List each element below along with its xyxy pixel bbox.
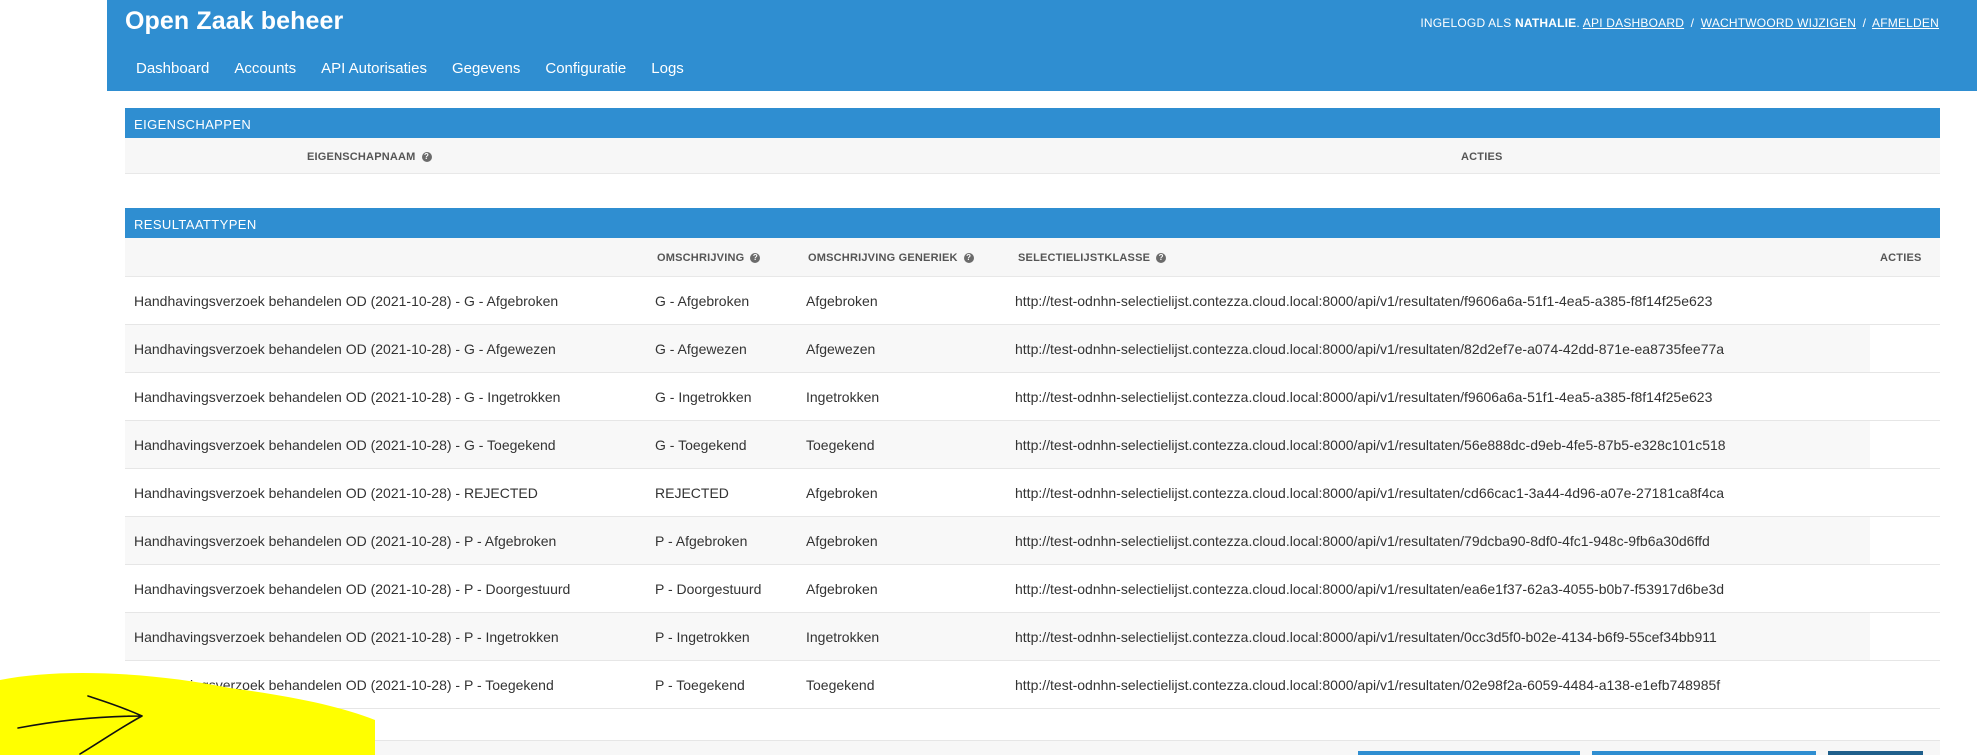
omschrijving-cell: P - Toegekend <box>655 677 745 693</box>
selectielijstklasse-cell: http://test-odnhn-selectielijst.contezza… <box>1015 533 1710 549</box>
selectielijstklasse-cell: http://test-odnhn-selectielijst.contezza… <box>1015 629 1717 645</box>
username: NATHALIE <box>1515 16 1577 30</box>
page: Open Zaak beheer INGELOGD ALS NATHALIE. … <box>0 0 1977 755</box>
acties-cell <box>1870 325 1940 372</box>
omschrijving-generiek-cell: Ingetrokken <box>806 629 880 645</box>
resultaattype-name-link[interactable]: Handhavingsverzoek behandelen OD (2021-1… <box>134 629 559 645</box>
selectielijstklasse-cell: http://test-odnhn-selectielijst.contezza… <box>1015 341 1725 357</box>
omschrijving-generiek-cell: Afgebroken <box>806 293 878 309</box>
column-header-acties: ACTIES <box>1461 151 1503 163</box>
resultaattypen-caption: RESULTAATTYPEN <box>125 208 1940 238</box>
acties-cell <box>1870 421 1940 468</box>
highlight-annotation <box>0 673 375 755</box>
separator: / <box>1690 16 1695 30</box>
table-row: Handhavingsverzoek behandelen OD (2021-1… <box>125 277 1940 325</box>
selectielijstklasse-cell: http://test-odnhn-selectielijst.contezza… <box>1015 581 1725 597</box>
help-icon: ? <box>421 152 432 162</box>
resultaattype-name-link[interactable]: Handhavingsverzoek behandelen OD (2021-1… <box>134 437 556 453</box>
acties-cell <box>1870 373 1940 420</box>
nav-item-gegevens[interactable]: Gegevens <box>452 60 520 77</box>
omschrijving-generiek-cell: Toegekend <box>806 437 875 453</box>
column-header-omschrijving[interactable]: OMSCHRIJVING ? <box>657 252 761 264</box>
acties-cell <box>1870 613 1940 660</box>
omschrijving-generiek-cell: Afgebroken <box>806 485 878 501</box>
site-header: Open Zaak beheer INGELOGD ALS NATHALIE. … <box>107 0 1977 91</box>
omschrijving-cell: G - Toegekend <box>655 437 747 453</box>
save-button[interactable] <box>1828 751 1923 755</box>
column-header-omschrijving-generiek[interactable]: OMSCHRIJVING GENERIEK ? <box>808 252 974 264</box>
omschrijving-generiek-cell: Ingetrokken <box>806 389 880 405</box>
column-header-label: SELECTIELIJSTKLASSE <box>1018 252 1151 264</box>
nav-item-api-autorisaties[interactable]: API Autorisaties <box>321 60 427 77</box>
omschrijving-cell: P - Afgebroken <box>655 533 748 549</box>
omschrijving-generiek-cell: Toegekend <box>806 677 875 693</box>
table-row: Handhavingsverzoek behandelen OD (2021-1… <box>125 421 1940 469</box>
acties-cell <box>1870 565 1940 612</box>
omschrijving-cell: G - Afgewezen <box>655 341 747 357</box>
table-row: Handhavingsverzoek behandelen OD (2021-1… <box>125 373 1940 421</box>
save-and-add-button[interactable] <box>1358 751 1580 755</box>
help-icon: ? <box>963 253 974 263</box>
nav-item-logs[interactable]: Logs <box>651 60 684 77</box>
omschrijving-cell: REJECTED <box>655 485 729 501</box>
resultaattype-name-link[interactable]: Handhavingsverzoek behandelen OD (2021-1… <box>134 581 570 597</box>
logout-link[interactable]: AFMELDEN <box>1872 16 1939 30</box>
api-dashboard-link[interactable]: API DASHBOARD <box>1583 16 1684 30</box>
omschrijving-cell: P - Ingetrokken <box>655 629 750 645</box>
acties-cell <box>1870 469 1940 516</box>
table-row: Handhavingsverzoek behandelen OD (2021-1… <box>125 469 1940 517</box>
omschrijving-generiek-cell: Afgebroken <box>806 581 878 597</box>
resultaattypen-table-header: OMSCHRIJVING ? OMSCHRIJVING GENERIEK ? S… <box>125 238 1940 277</box>
table-row: Handhavingsverzoek behandelen OD (2021-1… <box>125 517 1940 565</box>
selectielijstklasse-cell: http://test-odnhn-selectielijst.contezza… <box>1015 485 1725 501</box>
separator: / <box>1862 16 1867 30</box>
change-password-link[interactable]: WACHTWOORD WIJZIGEN <box>1701 16 1856 30</box>
omschrijving-generiek-cell: Afgebroken <box>806 533 878 549</box>
nav-item-accounts[interactable]: Accounts <box>234 60 296 77</box>
column-header-label: OMSCHRIJVING <box>657 252 745 264</box>
resultaattype-name-link[interactable]: Handhavingsverzoek behandelen OD (2021-1… <box>134 485 538 501</box>
help-icon: ? <box>1156 253 1167 263</box>
selectielijstklasse-cell: http://test-odnhn-selectielijst.contezza… <box>1015 389 1713 405</box>
acties-cell <box>1870 661 1940 708</box>
column-header-label: OMSCHRIJVING GENERIEK <box>808 252 958 264</box>
column-header-eigenschapnaam[interactable]: EIGENSCHAPNAAM ? <box>307 151 432 163</box>
table-row: Handhavingsverzoek behandelen OD (2021-1… <box>125 325 1940 373</box>
main-nav: Dashboard Accounts API Autorisaties Gege… <box>136 60 709 77</box>
table-row: Handhavingsverzoek behandelen OD (2021-1… <box>125 661 1940 709</box>
column-header-label: EIGENSCHAPNAAM <box>307 151 416 163</box>
resultaattype-name-link[interactable]: Handhavingsverzoek behandelen OD (2021-1… <box>134 293 558 309</box>
resultaattype-name-link[interactable]: Handhavingsverzoek behandelen OD (2021-1… <box>134 533 556 549</box>
table-row: Handhavingsverzoek behandelen OD (2021-1… <box>125 565 1940 613</box>
resultaattypen-table-body: Handhavingsverzoek behandelen OD (2021-1… <box>125 277 1940 709</box>
acties-cell <box>1870 517 1940 564</box>
resultaattype-name-link[interactable]: Handhavingsverzoek behandelen OD (2021-1… <box>134 389 560 405</box>
table-row: Handhavingsverzoek behandelen OD (2021-1… <box>125 613 1940 661</box>
selectielijstklasse-cell: http://test-odnhn-selectielijst.contezza… <box>1015 293 1713 309</box>
column-header-acties: ACTIES <box>1880 252 1922 264</box>
column-header-selectielijstklasse[interactable]: SELECTIELIJSTKLASSE ? <box>1018 252 1167 264</box>
yellow-highlight-shape <box>0 673 375 755</box>
omschrijving-generiek-cell: Afgewezen <box>806 341 876 357</box>
omschrijving-cell: G - Ingetrokken <box>655 389 752 405</box>
selectielijstklasse-cell: http://test-odnhn-selectielijst.contezza… <box>1015 437 1726 453</box>
help-icon: ? <box>750 253 761 263</box>
eigenschappen-caption: EIGENSCHAPPEN <box>125 108 1940 138</box>
resultaattype-name-link[interactable]: Handhavingsverzoek behandelen OD (2021-1… <box>134 341 556 357</box>
user-prefix: INGELOGD ALS <box>1420 16 1512 30</box>
eigenschappen-table-header: EIGENSCHAPNAAM ? ACTIES <box>125 138 1940 174</box>
save-and-continue-button[interactable] <box>1592 751 1816 755</box>
nav-item-configuratie[interactable]: Configuratie <box>545 60 626 77</box>
user-tools: INGELOGD ALS NATHALIE. API DASHBOARD / W… <box>1420 16 1939 30</box>
site-title[interactable]: Open Zaak beheer <box>125 7 343 36</box>
selectielijstklasse-cell: http://test-odnhn-selectielijst.contezza… <box>1015 677 1721 693</box>
nav-item-dashboard[interactable]: Dashboard <box>136 60 209 77</box>
omschrijving-cell: P - Doorgestuurd <box>655 581 762 597</box>
omschrijving-cell: G - Afgebroken <box>655 293 750 309</box>
